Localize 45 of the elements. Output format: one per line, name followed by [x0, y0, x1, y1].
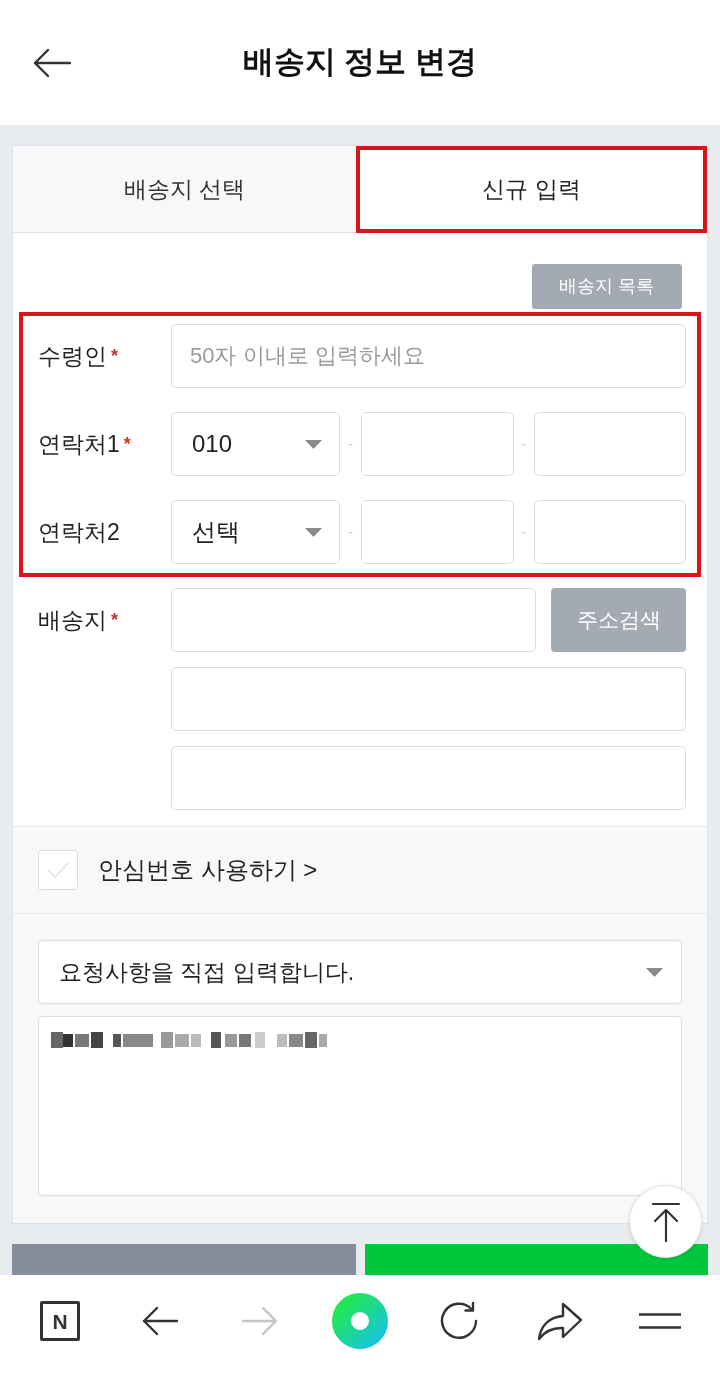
share-button[interactable]: [537, 1301, 583, 1341]
address-input-field[interactable]: [171, 588, 536, 652]
required-mark: *: [111, 611, 118, 629]
address-input-field[interactable]: [171, 667, 686, 731]
reload-button[interactable]: [440, 1301, 480, 1341]
share-arrow-icon: [537, 1301, 583, 1341]
required-mark: *: [123, 435, 131, 453]
dash-separator: -: [520, 521, 527, 542]
dash-separator: -: [347, 521, 354, 542]
field-label: 연락처1: [38, 429, 120, 459]
dash-separator: -: [347, 433, 354, 454]
field-label: 배송지: [38, 605, 107, 635]
caret-icon: [305, 439, 322, 449]
ring-icon: [332, 1293, 388, 1349]
back-button[interactable]: [33, 47, 71, 78]
right-arrow-icon: [242, 1306, 278, 1336]
phone-input-field[interactable]: [361, 500, 514, 564]
field-label: 수령인: [38, 341, 107, 371]
caret-icon: [305, 527, 322, 537]
dash-separator: -: [520, 433, 527, 454]
phone-input-field[interactable]: [361, 412, 514, 476]
logo-button[interactable]: N: [40, 1301, 80, 1341]
left-arrow-icon: [142, 1306, 178, 1336]
checkbox-label[interactable]: 안심번호 사용하기 >: [98, 852, 318, 888]
phone-input-field[interactable]: [533, 412, 686, 476]
page-title: 배송지 정보 변경: [241, 43, 479, 82]
request-select[interactable]: 요청사항을 직접 입력합니다.: [38, 940, 682, 1004]
address-input-field[interactable]: [171, 746, 686, 810]
field-label: 연락처2: [38, 517, 120, 547]
back-button[interactable]: [142, 1306, 178, 1336]
text-input-field[interactable]: 50자 이내로 입력하세요: [171, 324, 686, 388]
required-mark: *: [111, 347, 118, 365]
menu-button[interactable]: [639, 1313, 681, 1329]
area-code-select[interactable]: 선택: [171, 500, 340, 564]
area-code-select[interactable]: 010: [171, 412, 340, 476]
arrow-up-icon: [650, 1201, 681, 1242]
reload-icon: [440, 1301, 480, 1341]
ring-button[interactable]: [332, 1293, 388, 1349]
caret-icon: [646, 967, 663, 977]
phone-input-field[interactable]: [533, 500, 686, 564]
tab[interactable]: 신규 입력: [356, 146, 707, 233]
checkbox[interactable]: [38, 850, 78, 890]
left-arrow-icon: [33, 47, 71, 78]
menu-icon: [639, 1313, 681, 1329]
tab[interactable]: 배송지 선택: [13, 146, 356, 233]
